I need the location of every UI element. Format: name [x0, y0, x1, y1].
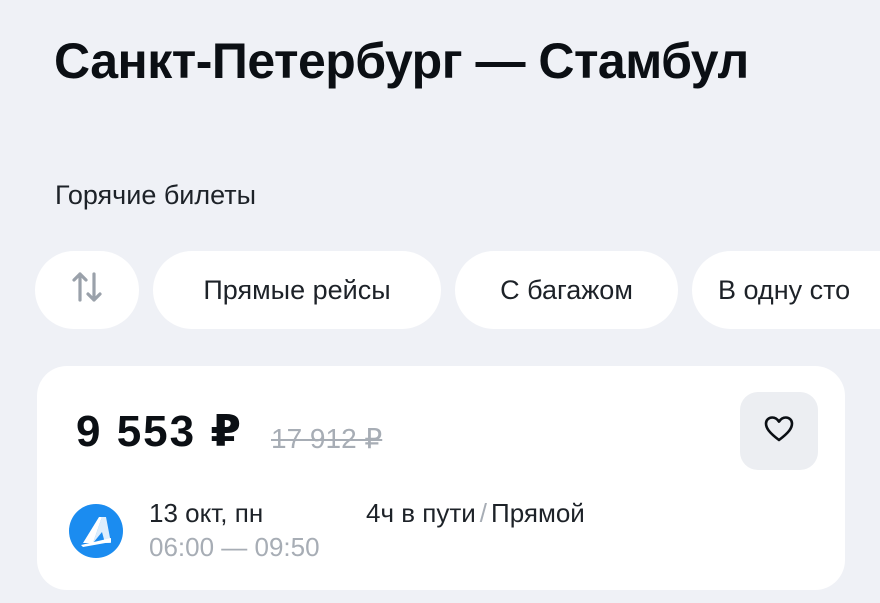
filter-direct-flights[interactable]: Прямые рейсы [153, 251, 441, 329]
ticket-old-price: 17 912 ₽ [271, 423, 383, 454]
filter-one-way[interactable]: В одну сто [692, 251, 880, 329]
page-title: Санкт-Петербург — Стамбул [54, 33, 749, 89]
ticket-card[interactable]: 9 553 ₽ 17 912 ₽ 13 окт, пн 06:00 — 09:5… [37, 366, 845, 590]
flight-duration-info: 4ч в пути / Прямой [366, 498, 585, 529]
airline-logo-icon [69, 504, 123, 558]
sort-button[interactable] [35, 251, 139, 329]
sort-arrows-icon [69, 269, 105, 312]
filter-chips: Прямые рейсы С багажом В одну сто [35, 251, 880, 329]
flight-time: 06:00 — 09:50 [149, 532, 320, 562]
filter-with-baggage[interactable]: С багажом [455, 251, 678, 329]
separator: / [479, 498, 488, 528]
page-subtitle: Горячие билеты [55, 180, 257, 210]
flight-stops: Прямой [491, 498, 585, 528]
flight-duration: 4ч в пути [366, 498, 476, 528]
flight-date: 13 окт, пн [149, 498, 264, 528]
ticket-price: 9 553 ₽ [76, 407, 243, 456]
favorite-button[interactable] [740, 392, 818, 470]
heart-icon [763, 413, 795, 450]
